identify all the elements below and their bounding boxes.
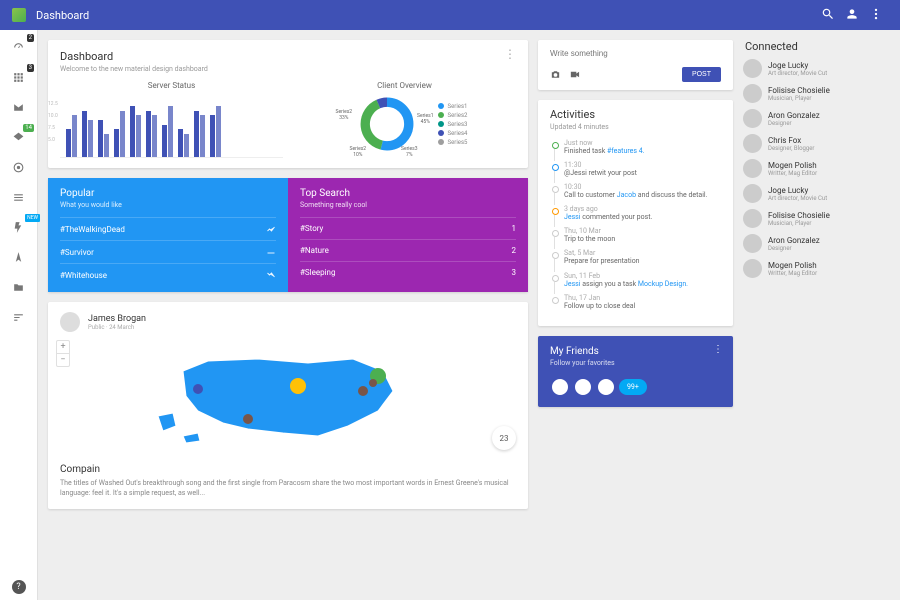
activity-item: Sat, 5 MarPrepare for presentation	[550, 249, 721, 266]
legend-item: Series3	[438, 121, 468, 128]
friends-count-pill[interactable]: 99+	[619, 379, 647, 395]
nav-list[interactable]	[0, 186, 37, 208]
avatar	[743, 184, 762, 203]
topsearch-item[interactable]: #Sleeping3	[300, 261, 516, 283]
card-title: Dashboard	[60, 50, 208, 63]
avatar	[743, 234, 762, 253]
connected-panel: Connected Joge LuckyArt director, Movie …	[743, 40, 883, 284]
page-title: Dashboard	[36, 9, 816, 22]
nav-rail: 2 3 14 NEW ?	[0, 30, 38, 600]
avatar	[743, 159, 762, 178]
connected-item[interactable]: Joge LuckyArt director, Movie Cut	[743, 184, 883, 203]
popular-item[interactable]: #Survivor	[60, 240, 276, 263]
map-count-badge[interactable]: 23	[492, 426, 516, 450]
activity-item: Sun, 11 FebJessi assign you a task Mocku…	[550, 272, 721, 289]
connected-item[interactable]: Mogen PolishWritter, Mag Editor	[743, 159, 883, 178]
connected-item[interactable]: Mogen PolishWritter, Mag Editor	[743, 259, 883, 278]
more-icon[interactable]: ⋮	[504, 50, 516, 58]
zoom-out[interactable]: −	[57, 354, 69, 366]
new-tag: NEW	[25, 214, 40, 222]
trends-row: Popular What you would like #TheWalkingD…	[48, 178, 528, 292]
nav-offers[interactable]: 14	[0, 126, 37, 148]
nav-badge: 2	[27, 34, 34, 42]
dashboard-card: Dashboard Welcome to the new material de…	[48, 40, 528, 168]
nav-folder[interactable]	[0, 276, 37, 298]
avatar	[60, 312, 80, 332]
legend-item: Series5	[438, 139, 468, 146]
avatar	[743, 209, 762, 228]
friend-avatar[interactable]	[573, 377, 593, 397]
zoom-control: + −	[56, 340, 70, 367]
map-svg	[148, 341, 428, 451]
avatar	[743, 109, 762, 128]
activity-item: Thu, 17 JanFollow up to close deal	[550, 294, 721, 311]
server-status-chart: Server Status 12.5 10.0 7.5 5.0	[60, 81, 283, 158]
avatar	[743, 259, 762, 278]
activity-item: 3 days agoJessi commented your post.	[550, 205, 721, 222]
connected-item[interactable]: Chris FoxDesigner, Blogger	[743, 134, 883, 153]
client-overview-chart: Client Overview Series145% Series233% Se…	[293, 81, 516, 158]
legend-item: Series1	[438, 103, 468, 110]
legend-item: Series2	[438, 112, 468, 119]
video-icon[interactable]	[569, 69, 580, 80]
avatar	[743, 59, 762, 78]
connected-item[interactable]: Aron GonzalezDesigner	[743, 234, 883, 253]
friend-avatar[interactable]	[596, 377, 616, 397]
card-subtitle: Welcome to the new material design dashb…	[60, 65, 208, 73]
nav-badge: 3	[27, 64, 34, 72]
nav-location[interactable]	[0, 246, 37, 268]
activity-item: 10:30Call to customer Jacob and discuss …	[550, 183, 721, 200]
zoom-in[interactable]: +	[57, 341, 69, 354]
nav-speedometer[interactable]: 2	[0, 36, 37, 58]
more-icon[interactable]	[864, 7, 888, 24]
connected-item[interactable]: Joge LuckyArt director, Movie Cut	[743, 59, 883, 78]
usa-map[interactable]: + − 23	[48, 336, 528, 456]
more-icon[interactable]: ⋮	[713, 344, 723, 355]
app-header: Dashboard	[0, 0, 900, 30]
compose-input[interactable]	[550, 49, 721, 58]
app-logo	[12, 8, 26, 22]
nav-badge: 14	[23, 124, 34, 132]
nav-target[interactable]	[0, 156, 37, 178]
topsearch-card: Top Search Something really cool #Story1…	[288, 178, 528, 292]
popular-item[interactable]: #TheWalkingDead	[60, 217, 276, 240]
connected-item[interactable]: Folisise ChosielieMusician, Player	[743, 209, 883, 228]
connected-item[interactable]: Aron GonzalezDesigner	[743, 109, 883, 128]
friend-avatar[interactable]	[550, 377, 570, 397]
legend-item: Series4	[438, 130, 468, 137]
nav-sort[interactable]	[0, 306, 37, 328]
avatar	[743, 134, 762, 153]
activities-card: Activities Updated 4 minutes Just nowFin…	[538, 100, 733, 326]
search-icon[interactable]	[816, 7, 840, 24]
topsearch-item[interactable]: #Nature2	[300, 239, 516, 261]
connected-item[interactable]: Folisise ChosielieMusician, Player	[743, 84, 883, 103]
friends-card: My Friends Follow your favorites ⋮ 99+	[538, 336, 733, 407]
nav-flash[interactable]: NEW	[0, 216, 37, 238]
map-card: James Brogan Public · 24 March + −	[48, 302, 528, 509]
activity-item: 11:30@Jessi retwit your post	[550, 161, 721, 178]
topsearch-item[interactable]: #Story1	[300, 217, 516, 239]
compose-card: POST	[538, 40, 733, 90]
popular-card: Popular What you would like #TheWalkingD…	[48, 178, 288, 292]
activity-item: Thu, 10 MarTrip to the moon	[550, 227, 721, 244]
user-icon[interactable]	[840, 7, 864, 24]
help-icon[interactable]: ?	[12, 580, 26, 594]
nav-apps[interactable]: 3	[0, 66, 37, 88]
post-button[interactable]: POST	[682, 67, 721, 82]
popular-item[interactable]: #Whitehouse	[60, 263, 276, 286]
avatar	[743, 84, 762, 103]
activity-item: Just nowFinished task #features 4.	[550, 139, 721, 156]
camera-icon[interactable]	[550, 69, 561, 80]
nav-mail[interactable]	[0, 96, 37, 118]
